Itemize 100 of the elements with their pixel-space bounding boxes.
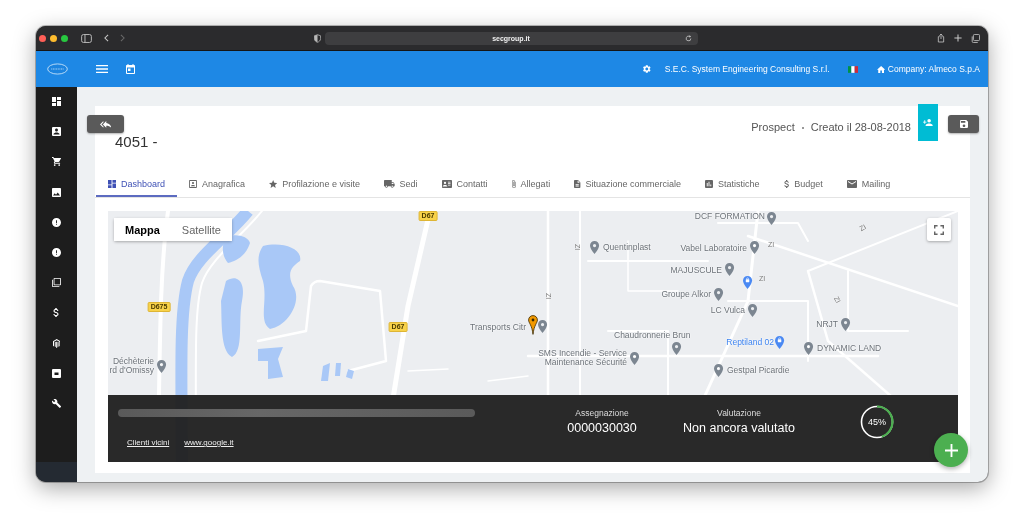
alert-icon[interactable]: [52, 217, 61, 227]
map-pin-icon[interactable]: [157, 359, 167, 373]
add-button[interactable]: [934, 433, 968, 467]
star-icon: [269, 179, 278, 188]
cart-icon[interactable]: [51, 157, 62, 167]
tab[interactable]: Budget: [771, 172, 835, 197]
dashboard-icon[interactable]: [52, 97, 61, 106]
fullscreen-button[interactable]: [927, 218, 951, 241]
place-label[interactable]: Gestpal Picardie: [727, 365, 790, 375]
place-label[interactable]: MAJUSCULE: [670, 265, 722, 275]
dashboard-icon: [108, 179, 116, 188]
progress-percent: 45%: [868, 417, 886, 427]
shield-icon: [313, 33, 321, 43]
document-icon: [574, 179, 581, 188]
wrench-icon[interactable]: [51, 398, 62, 408]
map-pin-icon[interactable]: [630, 351, 640, 365]
place-label[interactable]: SMS Incendie - Service Maintenance Sécurité: [538, 349, 627, 367]
field-value: 0000030030: [566, 421, 638, 436]
place-label[interactable]: NRJT: [816, 319, 838, 329]
map-pin-icon[interactable]: [590, 240, 600, 254]
pond: [335, 363, 341, 376]
window-zoom-icon[interactable]: [61, 34, 68, 42]
dollar-icon[interactable]: [53, 308, 60, 318]
home-icon: [876, 65, 885, 73]
hexagon-icon[interactable]: [52, 338, 61, 348]
window-minimize-icon[interactable]: [50, 34, 57, 42]
alert-icon[interactable]: [52, 247, 61, 257]
place-label[interactable]: Déchèterie rd d'Omissy: [109, 357, 154, 375]
tab[interactable]: Dashboard: [96, 172, 178, 197]
calendar-icon[interactable]: [126, 64, 135, 74]
place-label[interactable]: Chaudronnerie Brun: [614, 330, 691, 340]
chevron-left-icon[interactable]: [104, 34, 109, 42]
text-link[interactable]: www.google.it: [184, 438, 234, 448]
place-label[interactable]: LC Vulca: [710, 305, 745, 315]
id-card-icon: [441, 179, 452, 188]
map-pin-icon[interactable]: [841, 317, 851, 331]
settings-icon[interactable]: [643, 65, 651, 73]
person-add-icon: [923, 119, 933, 126]
map-pin-icon[interactable]: [714, 287, 724, 301]
chevron-right-icon[interactable]: [120, 34, 125, 42]
tab[interactable]: Situazione commerciale: [562, 172, 694, 197]
new-tab-icon[interactable]: [954, 34, 962, 42]
map-pin-icon[interactable]: [767, 211, 777, 225]
tab[interactable]: Sedi: [371, 172, 430, 197]
save-icon: [959, 120, 968, 128]
tab[interactable]: Mailing: [834, 172, 903, 197]
pond: [346, 369, 354, 379]
map-pin-icon[interactable]: [750, 240, 760, 254]
place-label[interactable]: Quentinplast: [603, 242, 651, 252]
bar-chart-icon: [705, 179, 714, 188]
field-value: Non ancora valutato: [682, 421, 796, 436]
place-label[interactable]: DYNAMIC LAND: [817, 343, 882, 353]
record-title: 4051 -: [115, 133, 158, 150]
place-label[interactable]: Transports Citr: [470, 322, 526, 332]
field-label: Assegnazione: [574, 408, 630, 418]
lake: [258, 347, 283, 379]
contact-card-icon[interactable]: [52, 127, 61, 137]
place-label[interactable]: Groupe Alkor: [661, 289, 711, 299]
lake: [222, 235, 250, 263]
map-pin-icon[interactable]: [804, 341, 814, 355]
copy-icon[interactable]: [52, 278, 61, 288]
plus-icon: [944, 443, 958, 457]
tab[interactable]: Allegati: [499, 172, 563, 197]
fullscreen-icon: [934, 224, 944, 235]
location-marker-icon[interactable]: [528, 315, 538, 335]
status-label: Prospect: [751, 121, 795, 134]
map-pin-icon[interactable]: [748, 303, 758, 317]
tab[interactable]: Statistiche: [693, 172, 772, 197]
progress-ring: [860, 405, 894, 439]
map-type-button[interactable]: Satellite: [170, 218, 232, 241]
window-close-icon[interactable]: [39, 34, 46, 42]
flag-icon[interactable]: [847, 65, 858, 73]
map-pin-icon[interactable]: [725, 262, 735, 276]
tab[interactable]: Profilazione e visite: [257, 172, 372, 197]
place-label[interactable]: Reptiland 02: [726, 337, 774, 347]
tabs-overview-icon[interactable]: [971, 33, 980, 43]
created-date: Creato il 28-08-2018: [810, 121, 911, 134]
field-label: Valutazione: [716, 408, 762, 418]
place-label[interactable]: Vabel Laboratoire: [680, 243, 747, 253]
box-icon[interactable]: [52, 368, 61, 378]
map-type-button[interactable]: Mappa: [114, 218, 171, 241]
text-link[interactable]: Clienti vicini: [127, 438, 170, 448]
pond: [321, 363, 330, 381]
shopping-bag-pin-icon[interactable]: [775, 335, 785, 349]
sidebar-toggle-icon[interactable]: [81, 33, 92, 43]
map-pin-icon[interactable]: [714, 363, 724, 377]
map-pin-icon[interactable]: [538, 319, 548, 333]
tab[interactable]: Anagrafica: [177, 172, 258, 197]
reload-icon[interactable]: [684, 34, 692, 42]
back-button[interactable]: [87, 115, 124, 133]
place-label[interactable]: DCF FORMATION: [694, 211, 765, 221]
map-pin-icon[interactable]: [672, 341, 682, 355]
save-button[interactable]: [948, 115, 979, 133]
portrait-icon: [189, 179, 198, 188]
company-name[interactable]: Company: Almeco S.p.A: [887, 64, 980, 74]
shopping-bag-pin-icon[interactable]: [743, 275, 753, 289]
menu-icon[interactable]: [96, 65, 108, 73]
tab[interactable]: Contatti: [429, 172, 500, 197]
share-icon[interactable]: [937, 33, 945, 43]
image-icon[interactable]: [52, 187, 61, 197]
